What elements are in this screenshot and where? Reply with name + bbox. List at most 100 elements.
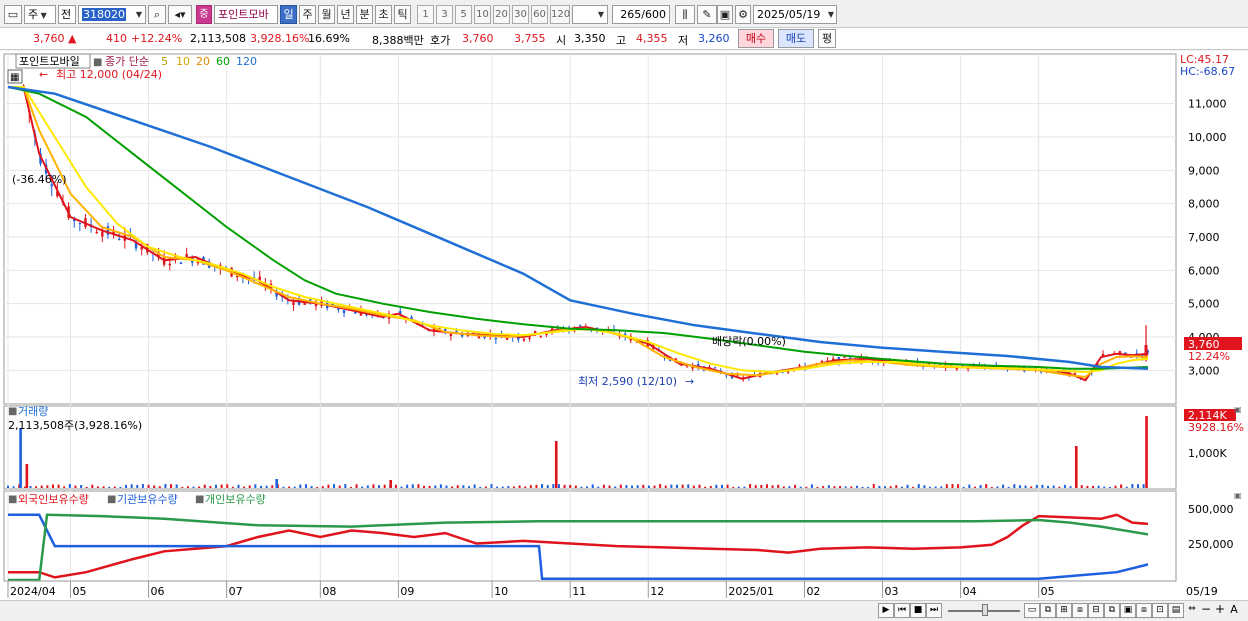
volume-bar [417, 484, 420, 488]
date-field[interactable]: 2025/05/19 ▼ [753, 5, 837, 24]
period-tab-second[interactable]: 초 [375, 5, 392, 24]
volume-spike-bar [1145, 416, 1148, 488]
chart-type-icon[interactable]: ▭ [4, 5, 22, 24]
sell-button[interactable]: 매도 [778, 29, 814, 48]
volume-bar [102, 486, 105, 488]
holding-pane-close-icon[interactable]: ▣ [1234, 491, 1242, 500]
candle-body [78, 223, 82, 225]
volume-bar [96, 486, 99, 488]
main-toolbar: ▭ 주 ▼ 전 318020 ▼ ⌕ ◂▾ 증 포인트모바 일 주 월 년 분 초… [0, 0, 1248, 28]
search-icon[interactable]: ⌕ [148, 5, 166, 24]
candle-body [843, 356, 846, 358]
volume-bar [254, 484, 257, 488]
period-tab-week[interactable]: 주 [299, 5, 316, 24]
volume-bar [1058, 486, 1061, 488]
volume-spike-bar [19, 428, 22, 488]
save-icon[interactable]: ▣ [717, 5, 733, 24]
volume-bar [215, 484, 218, 488]
volume-bar [29, 485, 32, 488]
prev-select[interactable]: 전 [58, 5, 76, 24]
volume-bar [473, 484, 476, 488]
scroll-end-icon[interactable]: ⏭ [926, 603, 942, 618]
volume-bar [1035, 484, 1038, 488]
low-price: 3,260 [698, 32, 730, 45]
period-tab-day[interactable]: 일 [280, 5, 297, 24]
volume-bar [304, 484, 307, 488]
layout-icon-7[interactable]: ▣ [1120, 603, 1136, 618]
open-label: 시 [556, 34, 567, 47]
price-tick-label: 8,000 [1188, 198, 1220, 211]
layout-icon-3[interactable]: ⊞ [1056, 603, 1072, 618]
candle-body [95, 231, 98, 234]
volume-bar [349, 486, 352, 488]
holding-legend-square-1: ■ [8, 494, 17, 505]
auto-scale-icon[interactable]: A [1226, 603, 1242, 618]
minute-option-60[interactable]: 60 [531, 5, 548, 24]
chart-canvas[interactable]: 포인트모바일 ■ 종가 단순 5 10 20 60 120 ▦ ← 최고 12,… [0, 51, 1248, 601]
layout-icon-2[interactable]: ⧉ [1040, 603, 1056, 618]
volume-bar [383, 484, 386, 488]
x-axis-label: 03 [885, 585, 899, 598]
period-tab-tick[interactable]: 틱 [394, 5, 411, 24]
volume-bar [366, 485, 369, 488]
volume-pane-close-icon[interactable]: ▣ [1234, 405, 1242, 414]
volume-bar [265, 485, 268, 488]
volume-bar [1103, 486, 1106, 488]
volume-bar [299, 484, 302, 488]
badge-icon: 증 [196, 5, 212, 24]
volume-value-label: 2,113,508주(3,928.16%) [8, 419, 142, 432]
period-tab-month[interactable]: 월 [318, 5, 335, 24]
stop-icon[interactable]: ■ [910, 603, 926, 618]
price-pane [3, 53, 1177, 405]
layout-icon-5[interactable]: ⊟ [1088, 603, 1104, 618]
scroll-right-icon[interactable]: ▶ [878, 603, 894, 618]
individual-holding-label: 개인보유수량 [205, 493, 266, 506]
layout-icon-8[interactable]: ⧈ [1136, 603, 1152, 618]
layout-icon-1[interactable]: ▭ [1024, 603, 1040, 618]
sound-icon[interactable]: ◂▾ [168, 5, 192, 24]
volume-bar [518, 485, 521, 488]
stock-name-field[interactable]: 포인트모바 [214, 5, 278, 24]
chart-area[interactable]: 포인트모바일 ■ 종가 단순 5 10 20 60 120 ▦ ← 최고 12,… [0, 51, 1248, 601]
volume-bar [653, 485, 656, 488]
period-tab-minute[interactable]: 분 [356, 5, 373, 24]
volume-bar [209, 485, 212, 488]
volume-bar [957, 484, 960, 488]
volume-bar [512, 486, 515, 488]
layout-icon-4[interactable]: ⧈ [1072, 603, 1088, 618]
volume-tick-label: 1,000K [1188, 447, 1227, 460]
candle-icon[interactable]: ⫼ [675, 5, 695, 24]
period-tab-year[interactable]: 년 [337, 5, 354, 24]
layout-icon-9[interactable]: ⊡ [1152, 603, 1168, 618]
volume-bar [46, 485, 49, 488]
minute-option-1[interactable]: 1 [417, 5, 434, 24]
volume-bar [827, 485, 830, 488]
eval-button[interactable]: 평 [818, 29, 836, 48]
period-select[interactable]: 주 ▼ [24, 5, 56, 24]
minute-option-30[interactable]: 30 [512, 5, 529, 24]
volume-bar [822, 486, 825, 488]
minute-option-10[interactable]: 10 [474, 5, 491, 24]
minute-option-3[interactable]: 3 [436, 5, 453, 24]
price-tick-label: 5,000 [1188, 298, 1220, 311]
volume-bar [119, 486, 122, 488]
low-annotation: 최저 2,590 (12/10) [578, 375, 677, 388]
code-input[interactable]: 318020 ▼ [78, 5, 146, 24]
low-label: 저 [678, 34, 689, 47]
count-field[interactable]: 265/600 [612, 5, 670, 24]
zoom-slider-handle[interactable] [982, 604, 988, 616]
settings-icon[interactable]: ⚙ [735, 5, 751, 24]
volume-bar [451, 486, 454, 488]
minute-option-120[interactable]: 120 [550, 5, 570, 24]
scroll-start-icon[interactable]: ⏮ [894, 603, 910, 618]
edit-icon[interactable]: ✎ [697, 5, 717, 24]
volume-bar [108, 486, 111, 488]
layout-icon-10[interactable]: ▤ [1168, 603, 1184, 618]
layout-icon-6[interactable]: ⧉ [1104, 603, 1120, 618]
custom-period-input[interactable]: ▼ [572, 5, 608, 24]
volume-bar [749, 484, 752, 488]
buy-button[interactable]: 매수 [738, 29, 774, 48]
minute-option-5[interactable]: 5 [455, 5, 472, 24]
volume-legend-square: ■ [8, 406, 17, 417]
minute-option-20[interactable]: 20 [493, 5, 510, 24]
